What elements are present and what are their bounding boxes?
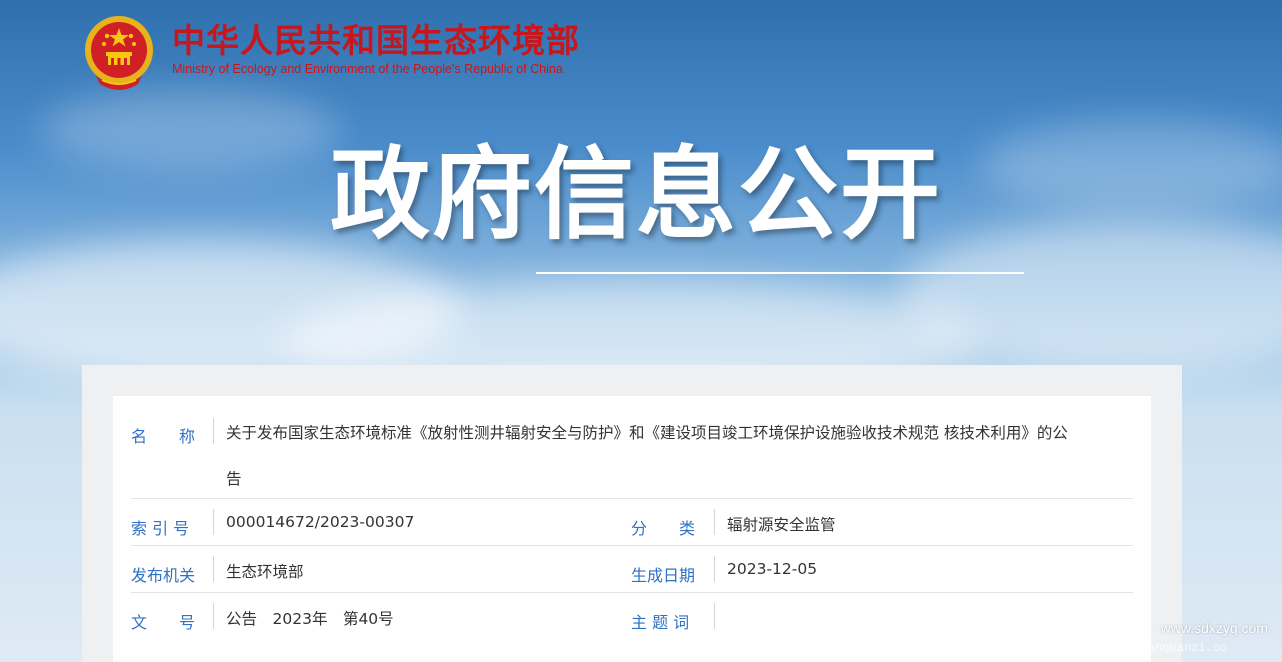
date-value: 2023-12-05 (727, 560, 818, 578)
watermark-url-2: fengbanquanzi.co (1112, 641, 1228, 655)
docno-label: 文 号 (131, 613, 196, 632)
org-name-cn[interactable]: 中华人民共和国生态环境部 (172, 22, 580, 60)
index-value: 000014672/2023-00307 (226, 513, 415, 531)
banner-underline (536, 272, 1024, 274)
info-row-issuer: 发布机关 生态环境部 生成日期 2023-12-05 (131, 546, 1133, 593)
info-row-docno: 文 号 公告 2023年 第40号 主 题 词 (131, 593, 1133, 639)
banner-title: 政府信息公开 (330, 136, 942, 253)
category-label: 分 类 (631, 519, 696, 538)
category-value: 辐射源安全监管 (727, 516, 836, 534)
info-row-name: 名 称 关于发布国家生态环境标准《放射性测井辐射安全与防护》和《建设项目竣工环境… (131, 408, 1133, 499)
issuer-label: 发布机关 (131, 566, 196, 585)
org-name-en: Ministry of Ecology and Environment of t… (172, 62, 563, 76)
site-header: 中华人民共和国生态环境部 Ministry of Ecology and Env… (82, 14, 580, 94)
info-row-index: 索 引 号 000014672/2023-00307 分 类 辐射源安全监管 (131, 499, 1133, 546)
name-value-line2: 告 (226, 470, 242, 488)
docno-value: 公告 2023年 第40号 (226, 610, 394, 628)
date-label: 生成日期 (631, 566, 696, 585)
name-label: 名 称 (131, 427, 196, 446)
subject-label: 主 题 词 (631, 613, 690, 632)
issuer-value: 生态环境部 (226, 563, 304, 581)
name-value-line1: 关于发布国家生态环境标准《放射性测井辐射安全与防护》和《建设项目竣工环境保护设施… (226, 424, 1068, 442)
national-emblem-icon[interactable] (82, 14, 156, 92)
watermark-url: www.sdxzyq.com (1160, 620, 1268, 636)
index-label: 索 引 号 (131, 519, 190, 538)
